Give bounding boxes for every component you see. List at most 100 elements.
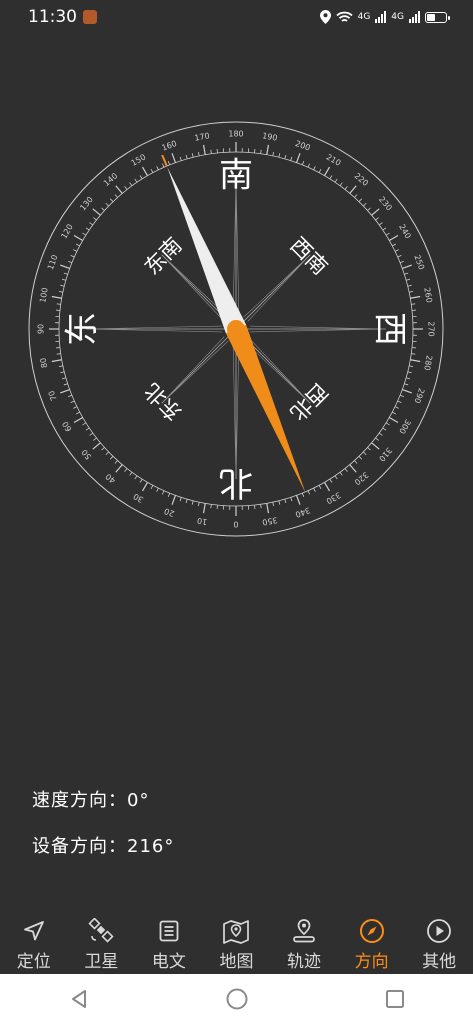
ring-number: 180 — [228, 130, 243, 139]
dial-tick — [409, 290, 414, 293]
dial-tick — [115, 464, 123, 473]
ring-number: 220 — [353, 171, 370, 188]
nav-item-location[interactable]: 定位 — [4, 917, 64, 972]
dial-tick — [129, 182, 133, 187]
dial-tick — [93, 217, 97, 221]
dial-tick — [266, 503, 270, 514]
satellite-icon — [88, 917, 114, 943]
nav-item-other[interactable]: 其他 — [409, 917, 469, 972]
dial-tick — [61, 278, 66, 281]
dial-tick — [56, 303, 61, 305]
ring-number: 10 — [196, 516, 208, 527]
dial-tick — [407, 371, 412, 374]
ring-number: 230 — [377, 195, 394, 212]
star-edge — [85, 325, 223, 330]
dial-tick — [284, 154, 287, 159]
dial-tick — [109, 198, 114, 202]
battery-icon — [425, 11, 450, 23]
dial-tick — [75, 411, 80, 415]
ring-number: 150 — [130, 152, 148, 167]
dial-tick — [363, 202, 367, 207]
dial-tick — [92, 208, 101, 216]
dial-tick — [385, 232, 390, 236]
nav-item-map[interactable]: 地图 — [206, 917, 266, 972]
dial-tick — [301, 161, 305, 166]
dial-tick — [260, 504, 262, 509]
dial-tick — [358, 456, 363, 460]
status-time: 11:30 — [28, 7, 77, 27]
dial-tick — [68, 394, 73, 398]
app-notification-icon — [83, 10, 97, 24]
device-direction-label: 设备方向： — [32, 836, 127, 857]
dial-tick — [73, 234, 84, 242]
dial-tick — [284, 499, 287, 504]
ring-number: 130 — [78, 195, 95, 212]
dial-tick — [114, 194, 118, 198]
bottom-navigation: 定位 卫星 电文 地图 轨迹 方向 其他 — [0, 914, 473, 974]
nav-item-direction[interactable]: 方向 — [342, 917, 402, 972]
ring-number: 50 — [80, 448, 93, 462]
dial-tick — [101, 447, 105, 451]
dial-tick — [75, 243, 80, 247]
ring-number: 270 — [427, 321, 436, 336]
status-bar: 11:30 4G 4G — [0, 0, 473, 34]
nav-item-track[interactable]: 轨迹 — [274, 917, 334, 972]
dial-tick — [407, 284, 412, 287]
ring-number: 300 — [397, 418, 412, 436]
dial-tick — [134, 475, 138, 480]
dial-tick — [60, 264, 70, 270]
dial-tick — [124, 186, 128, 190]
cardinal-label: 西 — [370, 312, 410, 346]
dial-tick — [141, 166, 149, 177]
home-icon[interactable] — [225, 987, 249, 1011]
nav-item-satellite[interactable]: 卫星 — [71, 917, 131, 972]
ring-number: 310 — [377, 446, 394, 463]
dial-tick — [63, 272, 68, 275]
dial-tick — [404, 383, 409, 386]
ring-number: 200 — [294, 139, 311, 153]
ring-number: 260 — [422, 287, 434, 304]
dial-tick — [410, 295, 421, 299]
dial-tick — [339, 182, 343, 187]
dial-tick — [388, 234, 399, 242]
location-arrow-icon — [23, 920, 44, 940]
speed-direction-value: 0° — [127, 790, 150, 811]
dial-tick — [58, 365, 63, 368]
ring-number: 160 — [161, 139, 178, 153]
device-direction-value: 216° — [127, 836, 175, 857]
back-icon[interactable] — [68, 988, 90, 1010]
dial-tick — [392, 243, 397, 247]
dial-tick — [409, 365, 414, 368]
ring-number: 0 — [233, 520, 238, 529]
dial-tick — [295, 153, 301, 163]
dial-tick — [185, 499, 188, 504]
cardinal-label: 北 — [219, 463, 253, 503]
ring-number: 30 — [132, 491, 145, 504]
dial-tick — [185, 154, 188, 159]
ring-number: 210 — [325, 152, 343, 167]
dial-tick — [323, 166, 331, 177]
cardinal-label: 南 — [219, 156, 253, 196]
dial-tick — [101, 207, 105, 211]
dial-tick — [334, 178, 338, 183]
nav-label-map: 地图 — [219, 951, 254, 972]
dial-tick — [329, 478, 333, 483]
speed-direction: 速度方向：0° — [32, 786, 149, 812]
star-edge — [232, 178, 237, 316]
dial-tick — [266, 144, 270, 155]
ring-number: 280 — [422, 355, 434, 372]
compass-icon — [359, 918, 384, 943]
dial-tick — [56, 353, 61, 355]
network-type-label-2: 4G — [391, 12, 404, 22]
ring-number: 350 — [262, 515, 279, 527]
dial-tick — [60, 284, 65, 287]
nav-item-message[interactable]: 电文 — [139, 917, 199, 972]
document-icon — [159, 920, 179, 941]
dial-tick — [406, 278, 411, 281]
dial-tick — [290, 156, 293, 161]
ring-number: 290 — [412, 387, 426, 404]
dial-tick — [367, 207, 371, 211]
recents-icon[interactable] — [384, 988, 406, 1010]
ring-number: 340 — [294, 505, 311, 519]
dial-tick — [307, 490, 310, 495]
